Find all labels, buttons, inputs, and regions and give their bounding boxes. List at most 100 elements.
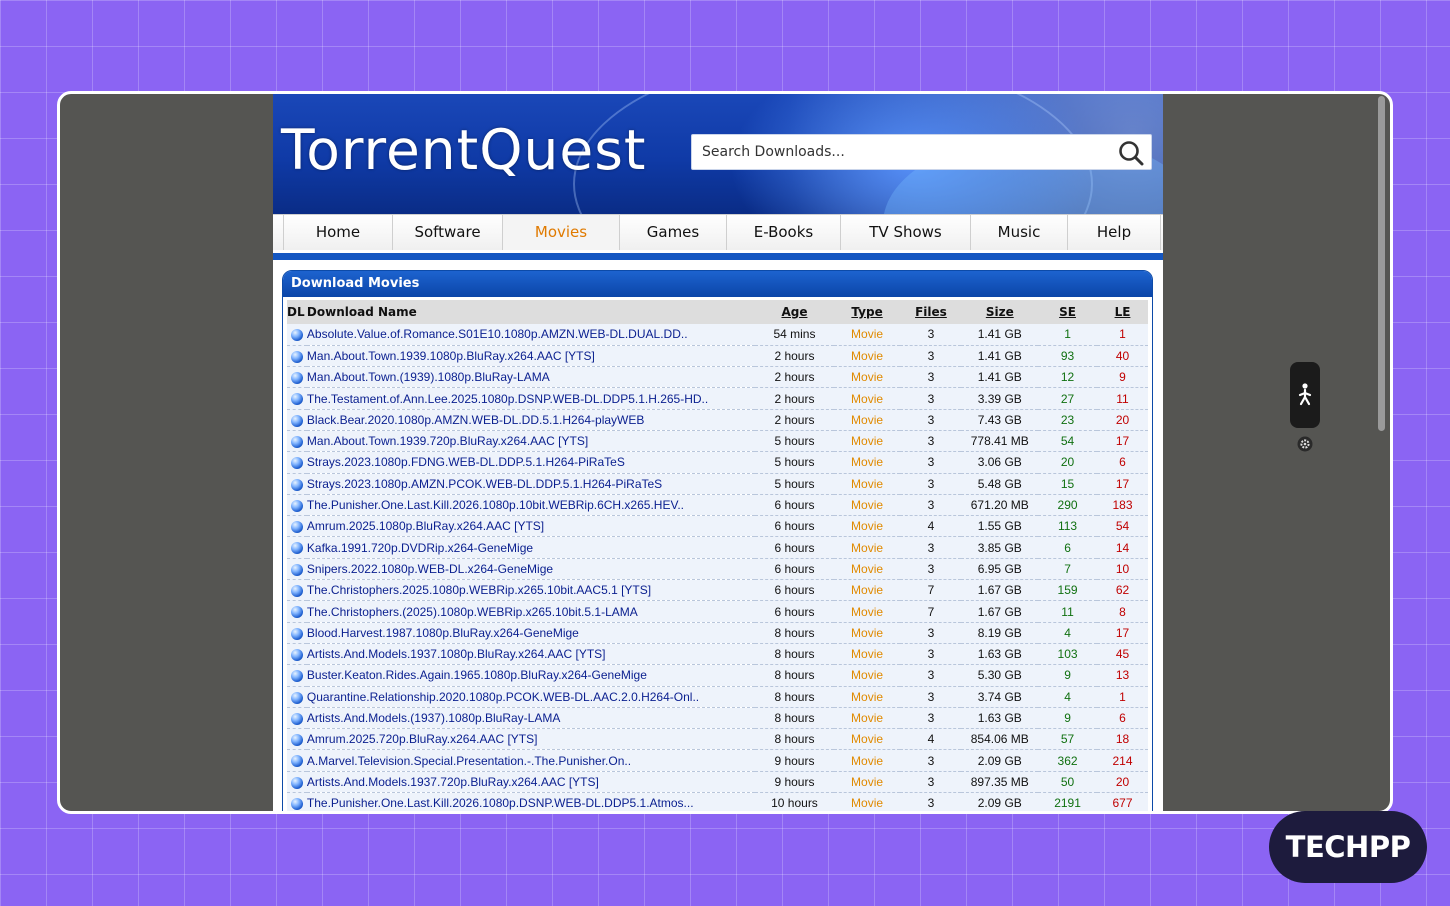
download-name-link[interactable]: Artists.And.Models.(1937).1080p.BluRay-L… bbox=[306, 707, 756, 730]
globe-icon[interactable] bbox=[290, 585, 303, 598]
globe-icon[interactable] bbox=[290, 393, 303, 406]
nav-item-software[interactable]: Software bbox=[393, 215, 503, 250]
globe-icon[interactable] bbox=[290, 329, 303, 342]
globe-icon[interactable] bbox=[290, 435, 303, 448]
globe-icon[interactable] bbox=[290, 350, 303, 363]
nav-item-games[interactable]: Games bbox=[620, 215, 727, 250]
download-name-link[interactable]: Artists.And.Models.1937.1080p.BluRay.x26… bbox=[306, 643, 756, 666]
globe-icon[interactable] bbox=[290, 776, 303, 789]
type-link[interactable]: Movie bbox=[833, 451, 901, 474]
download-globe-icon[interactable] bbox=[287, 600, 307, 623]
download-globe-icon[interactable] bbox=[287, 345, 307, 368]
download-name-link[interactable]: Snipers.2022.1080p.WEB-DL.x264-GeneMige bbox=[306, 558, 756, 581]
globe-icon[interactable] bbox=[290, 606, 303, 619]
globe-icon[interactable] bbox=[290, 798, 303, 810]
type-link[interactable]: Movie bbox=[833, 579, 901, 602]
download-name-link[interactable]: Man.About.Town.1939.720p.BluRay.x264.AAC… bbox=[306, 430, 756, 453]
type-link[interactable]: Movie bbox=[833, 622, 901, 644]
globe-icon[interactable] bbox=[290, 521, 303, 534]
download-name-link[interactable]: The.Punisher.One.Last.Kill.2026.1080p.DS… bbox=[306, 792, 756, 811]
type-link[interactable]: Movie bbox=[833, 728, 901, 751]
col-type[interactable]: Type bbox=[833, 300, 901, 324]
globe-icon[interactable] bbox=[290, 542, 303, 555]
col-se[interactable]: SE bbox=[1038, 300, 1097, 324]
download-globe-icon[interactable] bbox=[287, 451, 307, 474]
download-globe-icon[interactable] bbox=[287, 622, 307, 644]
download-name-link[interactable]: The.Christophers.(2025).1080p.WEBRip.x26… bbox=[306, 600, 756, 623]
download-name-link[interactable]: Amrum.2025.720p.BluRay.x264.AAC [YTS] bbox=[306, 728, 756, 751]
type-link[interactable]: Movie bbox=[833, 409, 901, 431]
type-link[interactable]: Movie bbox=[833, 536, 901, 559]
download-globe-icon[interactable] bbox=[287, 494, 307, 517]
download-globe-icon[interactable] bbox=[287, 515, 307, 538]
download-globe-icon[interactable] bbox=[287, 473, 307, 495]
download-globe-icon[interactable] bbox=[287, 728, 307, 751]
globe-icon[interactable] bbox=[290, 691, 303, 704]
globe-icon[interactable] bbox=[290, 670, 303, 683]
download-name-link[interactable]: Kafka.1991.720p.DVDRip.x264-GeneMige bbox=[306, 536, 756, 559]
nav-item-movies[interactable]: Movies bbox=[503, 215, 620, 250]
download-globe-icon[interactable] bbox=[287, 749, 307, 772]
download-globe-icon[interactable] bbox=[287, 686, 307, 708]
nav-item-music[interactable]: Music bbox=[971, 215, 1068, 250]
download-name-link[interactable]: The.Christophers.2025.1080p.WEBRip.x265.… bbox=[306, 579, 756, 602]
search-input[interactable] bbox=[692, 135, 1092, 169]
download-name-link[interactable]: Strays.2023.1080p.FDNG.WEB-DL.DDP.5.1.H2… bbox=[306, 451, 756, 474]
type-link[interactable]: Movie bbox=[833, 366, 901, 389]
type-link[interactable]: Movie bbox=[833, 430, 901, 453]
gear-icon[interactable] bbox=[1297, 436, 1313, 452]
download-globe-icon[interactable] bbox=[287, 771, 307, 794]
type-link[interactable]: Movie bbox=[833, 600, 901, 623]
nav-item-tv-shows[interactable]: TV Shows bbox=[841, 215, 971, 250]
download-name-link[interactable]: Artists.And.Models.1937.720p.BluRay.x264… bbox=[306, 771, 756, 794]
download-name-link[interactable]: A.Marvel.Television.Special.Presentation… bbox=[306, 749, 756, 772]
type-link[interactable]: Movie bbox=[833, 664, 901, 687]
download-name-link[interactable]: Amrum.2025.1080p.BluRay.x264.AAC [YTS] bbox=[306, 515, 756, 538]
type-link[interactable]: Movie bbox=[833, 792, 901, 811]
globe-icon[interactable] bbox=[290, 499, 303, 512]
site-logo[interactable]: TorrentQuest bbox=[281, 118, 646, 182]
type-link[interactable]: Movie bbox=[833, 686, 901, 708]
globe-icon[interactable] bbox=[290, 734, 303, 747]
download-name-link[interactable]: Strays.2023.1080p.AMZN.PCOK.WEB-DL.DDP.5… bbox=[306, 473, 756, 495]
nav-item-e-books[interactable]: E-Books bbox=[727, 215, 841, 250]
type-link[interactable]: Movie bbox=[833, 707, 901, 730]
download-name-link[interactable]: Man.About.Town.1939.1080p.BluRay.x264.AA… bbox=[306, 345, 756, 368]
globe-icon[interactable] bbox=[290, 712, 303, 725]
download-globe-icon[interactable] bbox=[287, 707, 307, 730]
type-link[interactable]: Movie bbox=[833, 515, 901, 538]
download-name-link[interactable]: Buster.Keaton.Rides.Again.1965.1080p.Blu… bbox=[306, 664, 756, 687]
type-link[interactable]: Movie bbox=[833, 771, 901, 794]
globe-icon[interactable] bbox=[290, 648, 303, 661]
type-link[interactable]: Movie bbox=[833, 494, 901, 517]
type-link[interactable]: Movie bbox=[833, 473, 901, 495]
col-le[interactable]: LE bbox=[1096, 300, 1148, 324]
download-globe-icon[interactable] bbox=[287, 643, 307, 666]
download-globe-icon[interactable] bbox=[287, 324, 307, 346]
globe-icon[interactable] bbox=[290, 414, 303, 427]
download-globe-icon[interactable] bbox=[287, 366, 307, 389]
download-globe-icon[interactable] bbox=[287, 792, 307, 811]
download-globe-icon[interactable] bbox=[287, 409, 307, 431]
globe-icon[interactable] bbox=[290, 563, 303, 576]
scrollbar-track[interactable] bbox=[1378, 94, 1388, 811]
globe-icon[interactable] bbox=[290, 457, 303, 470]
download-name-link[interactable]: Man.About.Town.(1939).1080p.BluRay-LAMA bbox=[306, 366, 756, 389]
globe-icon[interactable] bbox=[290, 478, 303, 491]
globe-icon[interactable] bbox=[290, 372, 303, 385]
download-name-link[interactable]: The.Testament.of.Ann.Lee.2025.1080p.DSNP… bbox=[306, 387, 756, 410]
download-globe-icon[interactable] bbox=[287, 664, 307, 687]
col-files[interactable]: Files bbox=[900, 300, 962, 324]
download-globe-icon[interactable] bbox=[287, 558, 307, 581]
type-link[interactable]: Movie bbox=[833, 324, 901, 346]
search-icon[interactable] bbox=[1117, 139, 1145, 167]
type-link[interactable]: Movie bbox=[833, 345, 901, 368]
col-size[interactable]: Size bbox=[961, 300, 1039, 324]
type-link[interactable]: Movie bbox=[833, 387, 901, 410]
download-globe-icon[interactable] bbox=[287, 430, 307, 453]
nav-item-home[interactable]: Home bbox=[283, 215, 393, 250]
download-name-link[interactable]: Absolute.Value.of.Romance.S01E10.1080p.A… bbox=[306, 324, 756, 346]
download-globe-icon[interactable] bbox=[287, 387, 307, 410]
type-link[interactable]: Movie bbox=[833, 749, 901, 772]
download-name-link[interactable]: Quarantine.Relationship.2020.1080p.PCOK.… bbox=[306, 686, 756, 708]
